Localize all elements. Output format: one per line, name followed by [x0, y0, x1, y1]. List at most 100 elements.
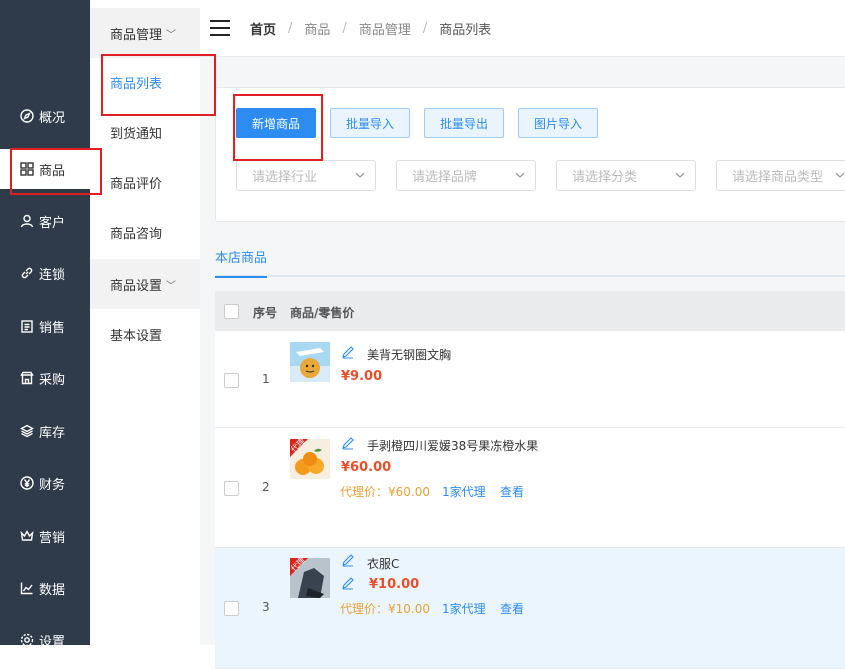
- breadcrumb: 首页 / 商品 / 商品管理 / 商品列表: [250, 19, 491, 38]
- chevron-down-icon: [675, 172, 685, 178]
- subnav-item-reviews[interactable]: 商品评价: [90, 158, 200, 206]
- subnav-item-product-list[interactable]: 商品列表: [90, 58, 200, 106]
- edit-icon[interactable]: [341, 553, 355, 567]
- nav-label: 库存: [39, 425, 66, 441]
- agent-count-link[interactable]: 1家代理: [442, 483, 486, 500]
- table-header: 序号 商品/零售价: [215, 291, 845, 331]
- product-thumbnail[interactable]: [290, 342, 330, 382]
- product-type-select[interactable]: 请选择商品类型: [716, 160, 845, 191]
- breadcrumb-separator: /: [422, 20, 428, 36]
- nav-label: 数据: [39, 582, 66, 598]
- main-nav: 概况 商品 客户 连锁 销售 采购 库存 财务 营销 数据 设置: [0, 0, 90, 650]
- nav-label: 营销: [39, 530, 66, 546]
- nav-item-overview[interactable]: 概况: [0, 96, 90, 136]
- product-thumbnail[interactable]: 代理: [290, 558, 330, 598]
- nav-item-purchase[interactable]: 采购: [0, 358, 90, 398]
- sub-nav: 商品管理 ﹀ 商品列表 到货通知 商品评价 商品咨询 商品设置 ﹀ 基本设置: [90, 0, 201, 645]
- user-icon: [20, 214, 34, 228]
- product-price: ¥9.00: [341, 369, 383, 384]
- nav-label: 财务: [39, 477, 66, 493]
- row-checkbox[interactable]: [224, 481, 239, 496]
- row-index: 3: [262, 600, 270, 614]
- batch-export-button[interactable]: 批量导出: [424, 108, 504, 138]
- nav-label: 连锁: [39, 267, 66, 283]
- edit-icon[interactable]: [341, 436, 355, 450]
- subnav-item-label: 商品列表: [110, 76, 163, 92]
- product-name: 衣服C: [367, 557, 400, 571]
- nav-label: 设置: [39, 634, 66, 650]
- chevron-down-icon: [355, 172, 365, 178]
- breadcrumb-home[interactable]: 首页: [250, 19, 276, 38]
- agent-price: 代理价：¥60.00: [340, 485, 430, 499]
- product-tabs: 本店商品: [215, 235, 845, 278]
- nav-item-sales[interactable]: 销售: [0, 306, 90, 346]
- chevron-down-icon: [515, 172, 525, 178]
- subnav-item-label: 商品咨询: [110, 226, 163, 242]
- subnav-group-label: 商品管理: [110, 27, 163, 43]
- select-all-checkbox[interactable]: [224, 304, 239, 319]
- product-type-select-placeholder: 请选择商品类型: [732, 170, 824, 185]
- view-link[interactable]: 查看: [500, 600, 524, 617]
- edit-price-icon[interactable]: [341, 576, 355, 590]
- store-icon: [20, 371, 34, 385]
- row-checkbox[interactable]: [224, 373, 239, 388]
- tab-store-products[interactable]: 本店商品: [215, 247, 268, 278]
- breadcrumb-product-management[interactable]: 商品管理: [359, 19, 411, 38]
- nav-label: 客户: [39, 215, 66, 231]
- main-content: 新增商品 批量导入 批量导出 图片导入 请选择行业 请选择品牌 请选择分类 请选…: [200, 57, 845, 669]
- batch-import-button[interactable]: 批量导入: [330, 108, 410, 138]
- grid-icon: [20, 162, 34, 176]
- edit-icon[interactable]: [341, 345, 355, 359]
- view-link[interactable]: 查看: [500, 483, 524, 500]
- crown-icon: [20, 529, 34, 543]
- nav-item-products[interactable]: 商品: [0, 149, 90, 189]
- clipboard-icon: [20, 319, 34, 333]
- table-row[interactable]: 2 代理 手剥橙四川爱媛38号果冻橙水果 ¥60.00 代理价：¥60.00 1…: [215, 428, 845, 548]
- breadcrumb-products[interactable]: 商品: [304, 19, 330, 38]
- subnav-item-inquiries[interactable]: 商品咨询: [90, 208, 200, 256]
- column-header-product: 商品/零售价: [290, 306, 355, 320]
- add-product-button[interactable]: 新增商品: [236, 108, 316, 138]
- nav-label: 采购: [39, 372, 66, 388]
- nav-item-settings[interactable]: 设置: [0, 620, 90, 660]
- breadcrumb-product-list: 商品列表: [439, 22, 492, 38]
- toolbar-panel: 新增商品 批量导入 批量导出 图片导入 请选择行业 请选择品牌 请选择分类 请选…: [215, 87, 845, 222]
- nav-label: 概况: [39, 110, 66, 126]
- subnav-item-arrival-notice[interactable]: 到货通知: [90, 108, 200, 156]
- brand-select-placeholder: 请选择品牌: [412, 170, 478, 185]
- table-row[interactable]: 3 代理 衣服C ¥10.00 代理价：¥10.00 1家代理 查看: [215, 548, 845, 669]
- nav-item-customers[interactable]: 客户: [0, 201, 90, 241]
- nav-item-inventory[interactable]: 库存: [0, 411, 90, 451]
- agent-price: 代理价：¥10.00: [340, 602, 430, 616]
- product-name: 美背无钢圈文胸: [367, 348, 452, 362]
- nav-item-finance[interactable]: 财务: [0, 463, 90, 503]
- column-header-index: 序号: [253, 306, 278, 320]
- line-chart-icon: [20, 581, 34, 595]
- image-import-button[interactable]: 图片导入: [518, 108, 598, 138]
- row-index: 1: [262, 372, 270, 386]
- product-thumbnail[interactable]: 代理: [290, 439, 330, 479]
- menu-toggle-icon[interactable]: [210, 20, 230, 36]
- row-checkbox[interactable]: [224, 601, 239, 616]
- breadcrumb-separator: /: [342, 20, 347, 36]
- industry-select[interactable]: 请选择行业: [236, 160, 376, 191]
- subnav-group-product-settings[interactable]: 商品设置 ﹀: [90, 259, 200, 309]
- subnav-item-basic-settings[interactable]: 基本设置: [90, 310, 200, 358]
- agent-count-link[interactable]: 1家代理: [442, 600, 486, 617]
- brand-select[interactable]: 请选择品牌: [396, 160, 536, 191]
- nav-item-chain[interactable]: 连锁: [0, 253, 90, 293]
- nav-item-data[interactable]: 数据: [0, 568, 90, 608]
- industry-select-placeholder: 请选择行业: [252, 170, 318, 185]
- subnav-group-label: 商品设置: [110, 278, 163, 294]
- subnav-item-label: 商品评价: [110, 176, 163, 192]
- yen-icon: [20, 476, 34, 490]
- chevron-down-icon: ﹀: [166, 29, 177, 41]
- product-price: ¥10.00: [369, 577, 420, 592]
- category-select[interactable]: 请选择分类: [556, 160, 696, 191]
- link-icon: [20, 266, 34, 280]
- nav-item-marketing[interactable]: 营销: [0, 516, 90, 556]
- table-row[interactable]: 1 美背无钢圈文胸 ¥9.00: [215, 331, 845, 428]
- subnav-group-product-management[interactable]: 商品管理 ﹀: [90, 8, 200, 58]
- top-header: 首页 / 商品 / 商品管理 / 商品列表: [200, 0, 845, 57]
- nav-label: 商品: [39, 163, 66, 179]
